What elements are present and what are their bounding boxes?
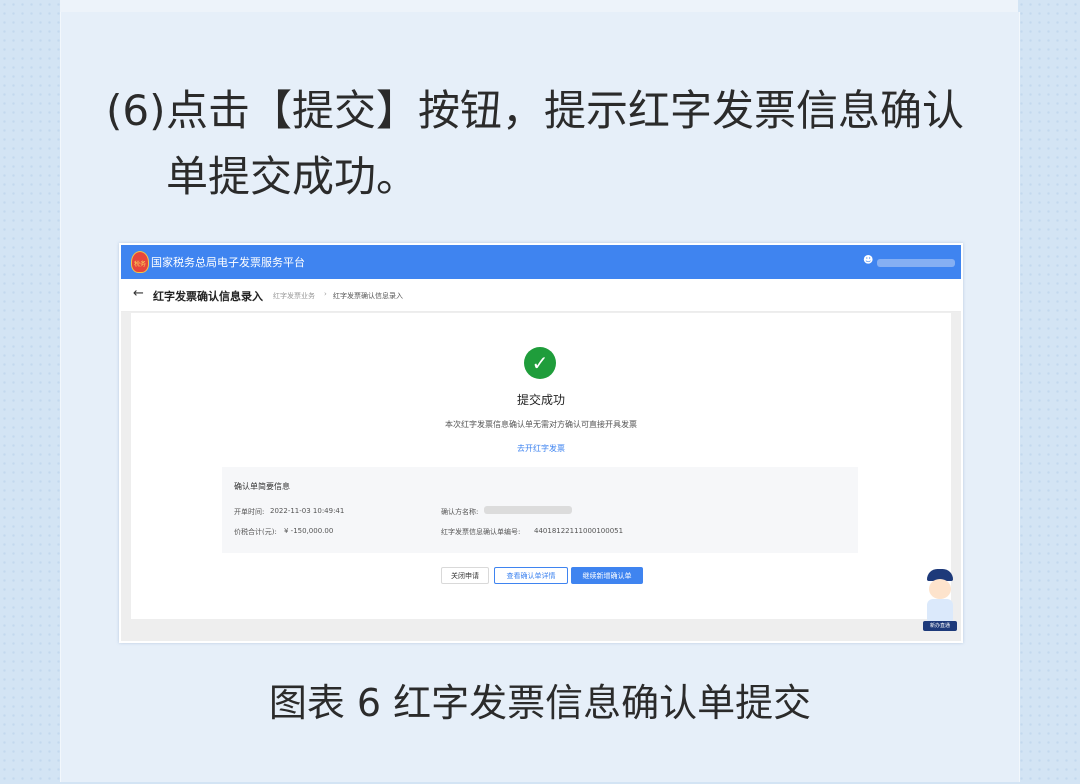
user-name-redacted[interactable] [877, 259, 955, 267]
result-card: ✓ 提交成功 本次红字发票信息确认单无需对方确认可直接开具发票 去开红字发票 确… [131, 313, 951, 619]
confirm-no-label: 红字发票信息确认单编号: [441, 528, 521, 536]
success-description: 本次红字发票信息确认单无需对方确认可直接开具发票 [445, 420, 637, 429]
issue-red-invoice-link[interactable]: 去开红字发票 [131, 443, 951, 454]
confirmer-label: 确认方名称: [441, 508, 479, 516]
instruction-text: (6)点击【提交】按钮，提示红字发票信息确认 单提交成功。 [106, 78, 986, 210]
breadcrumb-item[interactable]: 红字发票业务 [273, 291, 315, 301]
summary-box: 确认单简要信息 开单时间: 2022-11-03 10:49:41 价税合计(元… [222, 467, 858, 553]
view-details-button[interactable]: 查看确认单详情 [494, 567, 568, 584]
page-nav: ← 红字发票确认信息录入 红字发票业务 › 红字发票确认信息录入 [121, 279, 961, 312]
check-circle-icon: ✓ [524, 347, 556, 379]
confirmer-name-redacted [484, 506, 572, 514]
total-value: ¥ -150,000.00 [284, 527, 334, 535]
mascot-body [927, 599, 953, 621]
figure-caption: 图表 6 红字发票信息确认单提交 [268, 681, 812, 725]
mascot-face [929, 579, 951, 599]
close-application-button[interactable]: 关闭申请 [441, 567, 489, 584]
tax-emblem-icon: 税务 [131, 251, 149, 273]
issue-time-value: 2022-11-03 10:49:41 [270, 507, 345, 515]
add-confirmation-button[interactable]: 继续新增确认单 [571, 567, 643, 584]
instruction-line1: 点击【提交】按钮，提示红字发票信息确认 [166, 86, 965, 135]
issue-time-label: 开单时间: [234, 508, 265, 516]
success-title: 提交成功 [516, 393, 565, 407]
mascot-icon[interactable]: 新办直通 [921, 569, 959, 633]
instruction-line2: 单提交成功。 [166, 152, 419, 201]
app-title: 国家税务总局电子发票服务平台 [151, 256, 305, 269]
user-icon[interactable]: ☻ [863, 255, 873, 266]
mascot-badge: 新办直通 [923, 621, 957, 631]
step-number: (6) [106, 86, 166, 135]
screenshot-frame: 税务 国家税务总局电子发票服务平台 ☻ ← 红字发票确认信息录入 红字发票业务 … [119, 243, 963, 643]
confirm-no-value: 44018122111000100051 [534, 527, 624, 535]
breadcrumb-current: 红字发票确认信息录入 [333, 292, 403, 300]
emblem-text: 税务 [134, 261, 147, 268]
total-label: 价税合计(元): [234, 528, 277, 536]
breadcrumb-separator: › [324, 290, 327, 298]
page-title: 红字发票确认信息录入 [153, 290, 263, 303]
app-header: 税务 国家税务总局电子发票服务平台 ☻ [121, 245, 961, 279]
summary-title: 确认单简要信息 [234, 482, 290, 491]
back-arrow-icon[interactable]: ← [133, 286, 144, 301]
